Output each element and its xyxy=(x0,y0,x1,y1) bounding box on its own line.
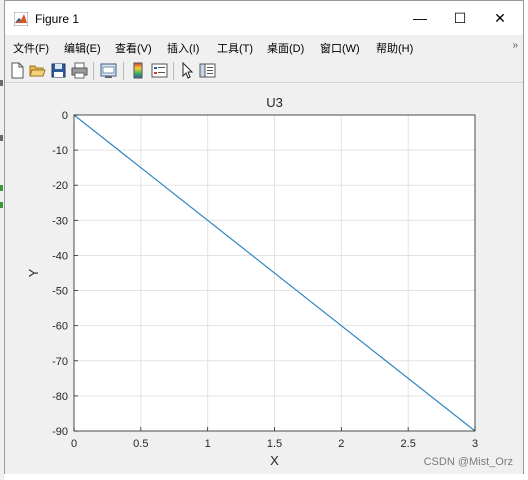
print-icon[interactable] xyxy=(71,62,88,79)
y-tick-label: -50 xyxy=(52,286,68,298)
close-button[interactable]: ✕ xyxy=(480,1,520,35)
figure-window: Figure 1 — ☐ ✕ 文件(F) 编辑(E) 查看(V) 插入(I) 工… xyxy=(4,0,524,474)
open-folder-icon[interactable] xyxy=(29,62,46,79)
x-tick-label: 0.5 xyxy=(133,438,148,450)
chart-title: U3 xyxy=(266,95,283,110)
maximize-icon: ☐ xyxy=(453,9,467,26)
toolbar-separator xyxy=(93,62,94,80)
y-tick-label: -20 xyxy=(52,180,68,192)
y-tick-label: -60 xyxy=(52,321,68,333)
y-tick-label: -40 xyxy=(52,250,68,262)
menu-help[interactable]: 帮助(H) xyxy=(376,40,413,56)
menu-desktop[interactable]: 桌面(D) xyxy=(267,40,304,56)
background-text-mark xyxy=(0,202,3,208)
y-tick-label: -90 xyxy=(52,426,68,438)
menu-tools[interactable]: 工具(T) xyxy=(217,40,253,56)
toolbar-separator xyxy=(173,62,174,80)
menu-insert[interactable]: 插入(I) xyxy=(167,40,199,56)
legend-icon[interactable] xyxy=(151,62,168,79)
print-preview-icon[interactable] xyxy=(100,62,117,79)
y-axis-label: Y xyxy=(26,268,41,277)
matlab-logo-icon xyxy=(14,12,28,26)
x-tick-label: 2 xyxy=(338,438,344,450)
minimize-button[interactable]: — xyxy=(400,1,440,35)
background-text-mark xyxy=(0,80,3,86)
y-tick-label: -80 xyxy=(52,391,68,403)
y-tick-label: -10 xyxy=(52,145,68,157)
property-editor-icon[interactable] xyxy=(199,62,216,79)
x-axis-label: X xyxy=(270,453,279,468)
menu-bar: 文件(F) 编辑(E) 查看(V) 插入(I) 工具(T) 桌面(D) 窗口(W… xyxy=(5,36,523,58)
maximize-button[interactable]: ☐ xyxy=(440,1,480,35)
toolbar-separator xyxy=(123,62,124,80)
figure-canvas[interactable]: 0 0.5 1 1.5 2 2.5 3 0 -10 -20 -30 -40 -50 -60 -70 -80 -… xyxy=(5,84,523,474)
colorbar-icon[interactable] xyxy=(130,62,147,79)
minimize-icon: — xyxy=(413,10,427,26)
menu-window[interactable]: 窗口(W) xyxy=(320,40,360,56)
x-tick-label: 1 xyxy=(205,438,211,450)
pointer-icon[interactable] xyxy=(179,62,196,79)
y-tick-label: -70 xyxy=(52,356,68,368)
title-bar[interactable]: Figure 1 — ☐ ✕ xyxy=(5,1,523,35)
menu-file[interactable]: 文件(F) xyxy=(13,40,49,56)
watermark-text: CSDN @Mist_Orz xyxy=(423,456,513,468)
x-tick-label: 2.5 xyxy=(401,438,416,450)
y-tick-label: 0 xyxy=(62,110,68,122)
x-tick-label: 0 xyxy=(71,438,77,450)
x-tick-label: 1.5 xyxy=(267,438,282,450)
background-text-mark xyxy=(0,135,3,141)
plot-svg[interactable]: 0 0.5 1 1.5 2 2.5 3 0 -10 -20 -30 -40 -50 -60 -70 -80 -… xyxy=(5,84,523,473)
y-tick-label: -30 xyxy=(52,215,68,227)
close-icon: ✕ xyxy=(494,9,506,26)
menu-view[interactable]: 查看(V) xyxy=(115,40,152,56)
background-text-mark xyxy=(0,185,3,191)
x-tick-label: 3 xyxy=(472,438,478,450)
menu-overflow-icon[interactable]: » xyxy=(512,40,518,51)
save-icon[interactable] xyxy=(50,62,67,79)
window-title: Figure 1 xyxy=(35,12,80,26)
figure-toolbar xyxy=(5,59,523,83)
menu-edit[interactable]: 编辑(E) xyxy=(64,40,101,56)
new-file-icon[interactable] xyxy=(9,62,26,79)
